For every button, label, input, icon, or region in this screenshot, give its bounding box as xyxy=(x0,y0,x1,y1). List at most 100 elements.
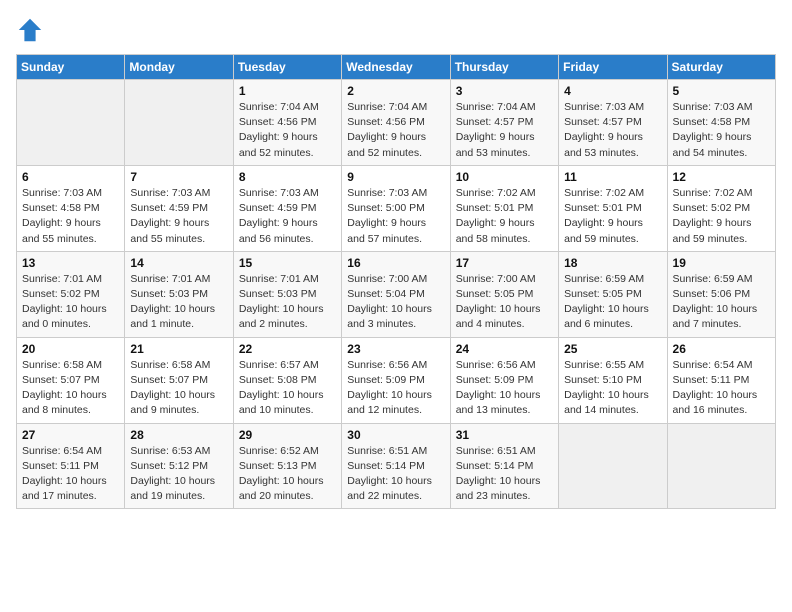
day-number: 4 xyxy=(564,84,661,98)
day-number: 12 xyxy=(673,170,770,184)
day-header-wednesday: Wednesday xyxy=(342,55,450,80)
calendar-cell: 16 Sunrise: 7:00 AM Sunset: 5:04 PM Dayli… xyxy=(342,251,450,337)
calendar-week-row: 13Sunrise: 7:01 AM Sunset: 5:02 PM Dayli… xyxy=(17,251,776,337)
day-header-sunday: Sunday xyxy=(17,55,125,80)
calendar-cell: 5 Sunrise: 7:03 AM Sunset: 4:58 PM Daylig… xyxy=(667,80,775,166)
calendar-cell: 31Sunrise: 6:51 AM Sunset: 5:14 PM Dayli… xyxy=(450,423,558,509)
day-number: 21 xyxy=(130,342,227,356)
day-number: 11 xyxy=(564,170,661,184)
day-number: 25 xyxy=(564,342,661,356)
day-header-friday: Friday xyxy=(559,55,667,80)
calendar-cell: 28 Sunrise: 6:53 AM Sunset: 5:12 PM Dayli… xyxy=(125,423,233,509)
day-info: Sunrise: 7:03 AM Sunset: 4:57 PM Dayligh… xyxy=(564,100,661,161)
day-info: Sunrise: 6:59 AM Sunset: 5:06 PM Dayligh… xyxy=(673,272,770,333)
day-info: Sunrise: 7:04 AM Sunset: 4:56 PM Dayligh… xyxy=(239,100,336,161)
day-info: Sunrise: 6:55 AM Sunset: 5:10 PM Dayligh… xyxy=(564,358,661,419)
calendar-week-row: 27 Sunrise: 6:54 AM Sunset: 5:11 PM Dayli… xyxy=(17,423,776,509)
day-info: Sunrise: 6:59 AM Sunset: 5:05 PM Dayligh… xyxy=(564,272,661,333)
day-number: 16 xyxy=(347,256,444,270)
calendar-cell: 9 Sunrise: 7:03 AM Sunset: 5:00 PM Daylig… xyxy=(342,165,450,251)
day-number: 2 xyxy=(347,84,444,98)
day-info: Sunrise: 6:54 AM Sunset: 5:11 PM Dayligh… xyxy=(22,444,119,505)
calendar-cell xyxy=(667,423,775,509)
calendar-cell: 6 Sunrise: 7:03 AM Sunset: 4:58 PM Daylig… xyxy=(17,165,125,251)
day-number: 26 xyxy=(673,342,770,356)
calendar-cell: 14 Sunrise: 7:01 AM Sunset: 5:03 PM Dayli… xyxy=(125,251,233,337)
day-number: 3 xyxy=(456,84,553,98)
calendar-cell: 19 Sunrise: 6:59 AM Sunset: 5:06 PM Dayli… xyxy=(667,251,775,337)
day-info: Sunrise: 7:03 AM Sunset: 4:59 PM Dayligh… xyxy=(130,186,227,247)
day-number: 15 xyxy=(239,256,336,270)
day-info: Sunrise: 6:57 AM Sunset: 5:08 PM Dayligh… xyxy=(239,358,336,419)
day-number: 5 xyxy=(673,84,770,98)
day-number: 9 xyxy=(347,170,444,184)
day-info: Sunrise: 7:03 AM Sunset: 4:59 PM Dayligh… xyxy=(239,186,336,247)
day-info: Sunrise: 7:03 AM Sunset: 4:58 PM Dayligh… xyxy=(22,186,119,247)
day-info: Sunrise: 7:03 AM Sunset: 4:58 PM Dayligh… xyxy=(673,100,770,161)
day-header-monday: Monday xyxy=(125,55,233,80)
day-info: Sunrise: 7:00 AM Sunset: 5:05 PM Dayligh… xyxy=(456,272,553,333)
day-number: 30 xyxy=(347,428,444,442)
day-info: Sunrise: 7:03 AM Sunset: 5:00 PM Dayligh… xyxy=(347,186,444,247)
calendar-cell: 29 Sunrise: 6:52 AM Sunset: 5:13 PM Dayli… xyxy=(233,423,341,509)
calendar-cell xyxy=(125,80,233,166)
day-info: Sunrise: 6:56 AM Sunset: 5:09 PM Dayligh… xyxy=(456,358,553,419)
day-header-tuesday: Tuesday xyxy=(233,55,341,80)
day-info: Sunrise: 7:01 AM Sunset: 5:02 PM Dayligh… xyxy=(22,272,119,333)
day-info: Sunrise: 7:01 AM Sunset: 5:03 PM Dayligh… xyxy=(239,272,336,333)
day-info: Sunrise: 7:01 AM Sunset: 5:03 PM Dayligh… xyxy=(130,272,227,333)
calendar-week-row: 1 Sunrise: 7:04 AM Sunset: 4:56 PM Daylig… xyxy=(17,80,776,166)
calendar-cell: 13Sunrise: 7:01 AM Sunset: 5:02 PM Dayli… xyxy=(17,251,125,337)
day-number: 18 xyxy=(564,256,661,270)
calendar-cell: 2 Sunrise: 7:04 AM Sunset: 4:56 PM Daylig… xyxy=(342,80,450,166)
calendar-cell: 18 Sunrise: 6:59 AM Sunset: 5:05 PM Dayli… xyxy=(559,251,667,337)
day-info: Sunrise: 6:53 AM Sunset: 5:12 PM Dayligh… xyxy=(130,444,227,505)
calendar-cell xyxy=(559,423,667,509)
day-number: 17 xyxy=(456,256,553,270)
day-header-thursday: Thursday xyxy=(450,55,558,80)
day-number: 27 xyxy=(22,428,119,442)
calendar-cell: 1 Sunrise: 7:04 AM Sunset: 4:56 PM Daylig… xyxy=(233,80,341,166)
day-number: 24 xyxy=(456,342,553,356)
calendar-cell: 27 Sunrise: 6:54 AM Sunset: 5:11 PM Dayli… xyxy=(17,423,125,509)
day-number: 28 xyxy=(130,428,227,442)
calendar-week-row: 6 Sunrise: 7:03 AM Sunset: 4:58 PM Daylig… xyxy=(17,165,776,251)
day-number: 8 xyxy=(239,170,336,184)
day-number: 22 xyxy=(239,342,336,356)
day-info: Sunrise: 7:02 AM Sunset: 5:01 PM Dayligh… xyxy=(564,186,661,247)
day-number: 23 xyxy=(347,342,444,356)
calendar-cell: 4 Sunrise: 7:03 AM Sunset: 4:57 PM Daylig… xyxy=(559,80,667,166)
day-info: Sunrise: 6:58 AM Sunset: 5:07 PM Dayligh… xyxy=(22,358,119,419)
day-header-saturday: Saturday xyxy=(667,55,775,80)
calendar-cell: 11 Sunrise: 7:02 AM Sunset: 5:01 PM Dayli… xyxy=(559,165,667,251)
day-number: 20 xyxy=(22,342,119,356)
calendar-cell: 8 Sunrise: 7:03 AM Sunset: 4:59 PM Daylig… xyxy=(233,165,341,251)
day-info: Sunrise: 6:58 AM Sunset: 5:07 PM Dayligh… xyxy=(130,358,227,419)
calendar: SundayMondayTuesdayWednesdayThursdayFrid… xyxy=(16,54,776,509)
day-info: Sunrise: 7:04 AM Sunset: 4:57 PM Dayligh… xyxy=(456,100,553,161)
day-info: Sunrise: 7:04 AM Sunset: 4:56 PM Dayligh… xyxy=(347,100,444,161)
day-info: Sunrise: 6:54 AM Sunset: 5:11 PM Dayligh… xyxy=(673,358,770,419)
page-header xyxy=(16,16,776,44)
calendar-cell: 15 Sunrise: 7:01 AM Sunset: 5:03 PM Dayli… xyxy=(233,251,341,337)
day-number: 7 xyxy=(130,170,227,184)
calendar-cell: 12Sunrise: 7:02 AM Sunset: 5:02 PM Dayli… xyxy=(667,165,775,251)
calendar-cell: 17 Sunrise: 7:00 AM Sunset: 5:05 PM Dayli… xyxy=(450,251,558,337)
day-number: 14 xyxy=(130,256,227,270)
day-number: 6 xyxy=(22,170,119,184)
calendar-cell xyxy=(17,80,125,166)
day-number: 19 xyxy=(673,256,770,270)
calendar-cell: 20 Sunrise: 6:58 AM Sunset: 5:07 PM Dayli… xyxy=(17,337,125,423)
day-number: 1 xyxy=(239,84,336,98)
calendar-cell: 22 Sunrise: 6:57 AM Sunset: 5:08 PM Dayli… xyxy=(233,337,341,423)
day-info: Sunrise: 7:00 AM Sunset: 5:04 PM Dayligh… xyxy=(347,272,444,333)
calendar-cell: 3 Sunrise: 7:04 AM Sunset: 4:57 PM Daylig… xyxy=(450,80,558,166)
calendar-cell: 7 Sunrise: 7:03 AM Sunset: 4:59 PM Daylig… xyxy=(125,165,233,251)
logo xyxy=(16,16,48,44)
day-info: Sunrise: 6:52 AM Sunset: 5:13 PM Dayligh… xyxy=(239,444,336,505)
logo-icon xyxy=(16,16,44,44)
calendar-cell: 21 Sunrise: 6:58 AM Sunset: 5:07 PM Dayli… xyxy=(125,337,233,423)
calendar-cell: 25 Sunrise: 6:55 AM Sunset: 5:10 PM Dayli… xyxy=(559,337,667,423)
day-number: 29 xyxy=(239,428,336,442)
day-info: Sunrise: 6:51 AM Sunset: 5:14 PM Dayligh… xyxy=(456,444,553,505)
